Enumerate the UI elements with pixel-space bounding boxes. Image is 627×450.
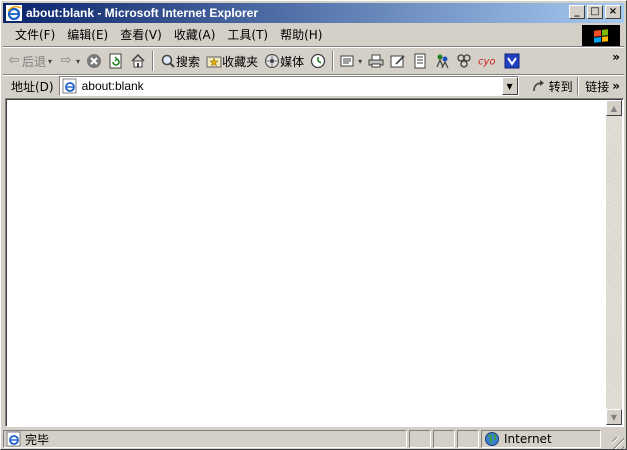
ie-logo-icon [6, 5, 22, 21]
standard-toolbar: ⇦ 后退 ▾ ⇨ ▾ 搜索 收藏夹 媒体 ▾ cyo » [3, 48, 624, 75]
favorites-folder-icon [206, 56, 222, 68]
discuss-icon [414, 53, 426, 69]
page-done-icon [6, 431, 21, 447]
media-icon [265, 54, 280, 68]
menu-bar: 文件(F) 编辑(E) 查看(V) 收藏(A) 工具(T) 帮助(H) [3, 24, 624, 47]
windows-flag-icon [594, 28, 608, 43]
browser-window: about:blank - Microsoft Internet Explore… [0, 0, 627, 450]
address-label: 地址(D) [11, 79, 54, 94]
page-icon [62, 78, 77, 94]
address-value[interactable]: about:blank [82, 79, 144, 93]
status-bar: 完毕 Internet [3, 429, 624, 449]
home-icon [131, 53, 145, 68]
media-label: 媒体 [280, 54, 305, 69]
messenger-button[interactable] [431, 50, 453, 72]
refresh-button[interactable] [105, 50, 127, 72]
title-bar[interactable]: about:blank - Microsoft Internet Explore… [3, 3, 624, 23]
mail-icon [340, 55, 354, 67]
discuss-button[interactable] [409, 50, 431, 72]
links-label[interactable]: 链接 [585, 78, 609, 95]
scroll-up-button[interactable]: ▲ [606, 100, 622, 116]
search-button[interactable]: 搜索 [157, 50, 203, 72]
links-overflow-chevron[interactable]: » [612, 79, 620, 93]
windows-logo [582, 25, 620, 46]
status-pane-security [433, 430, 455, 448]
back-arrow-icon: ⇦ [8, 53, 20, 68]
addon-button-1[interactable] [453, 50, 475, 72]
mail-button[interactable]: ▾ [337, 50, 365, 72]
status-text: 完毕 [25, 432, 50, 447]
svg-text:cyo: cyo [478, 57, 496, 68]
go-arrow-icon [532, 80, 544, 92]
refresh-icon [109, 53, 122, 69]
home-button[interactable] [127, 50, 149, 72]
status-text-pane: 完毕 [3, 430, 407, 448]
address-input[interactable]: about:blank ▼ [58, 76, 519, 96]
toolbar-separator [332, 51, 335, 71]
addon-button-3[interactable] [501, 50, 523, 72]
addon-button-2[interactable]: cyo [475, 50, 501, 72]
stop-button[interactable] [83, 50, 105, 72]
security-zone-label: Internet [504, 432, 552, 446]
toolbar-overflow-chevron[interactable]: » [612, 50, 620, 64]
print-icon [368, 54, 384, 68]
go-label: 转到 [548, 79, 573, 94]
vertical-scrollbar[interactable]: ▲ ▼ [606, 100, 622, 425]
go-button[interactable]: 转到 [531, 78, 573, 95]
address-dropdown-icon[interactable]: ▼ [501, 77, 518, 95]
scroll-down-button[interactable]: ▼ [606, 409, 622, 425]
menu-favorites[interactable]: 收藏(A) [168, 26, 222, 44]
menu-view[interactable]: 查看(V) [114, 26, 168, 44]
messenger-icon [436, 54, 449, 69]
edit-icon [390, 55, 405, 68]
favorites-label: 收藏夹 [222, 54, 259, 69]
forward-arrow-icon: ⇨ [60, 53, 72, 68]
back-dropdown-icon[interactable]: ▾ [48, 57, 52, 66]
menu-help[interactable]: 帮助(H) [274, 26, 328, 44]
print-button[interactable] [365, 50, 387, 72]
history-icon [310, 53, 326, 69]
search-label: 搜索 [176, 54, 201, 69]
menu-edit[interactable]: 编辑(E) [61, 26, 114, 44]
menu-file[interactable]: 文件(F) [9, 26, 61, 44]
close-button[interactable]: × [605, 5, 621, 19]
back-label: 后退 [22, 54, 47, 69]
stop-icon [87, 54, 102, 68]
security-zone-pane[interactable]: Internet [481, 430, 601, 448]
toolbar-separator [152, 51, 155, 71]
links-separator [577, 77, 580, 95]
search-icon [161, 54, 175, 68]
addon-logo-icon: cyo [478, 57, 496, 68]
history-button[interactable] [307, 50, 329, 72]
window-title: about:blank - Microsoft Internet Explore… [26, 6, 259, 20]
links-toolbar[interactable]: 链接 » [577, 77, 620, 95]
forward-dropdown-icon[interactable]: ▾ [76, 57, 80, 66]
status-pane-privacy [457, 430, 479, 448]
forward-button[interactable]: ⇨ ▾ [55, 50, 83, 72]
favorites-button[interactable]: 收藏夹 [203, 50, 261, 72]
resize-grip[interactable] [612, 437, 624, 449]
page-content[interactable]: ▲ ▼ [5, 98, 624, 427]
address-bar: 地址(D) about:blank ▼ 转到 链接 » [3, 75, 624, 97]
internet-globe-icon [485, 432, 499, 446]
minimize-button[interactable]: _ [569, 5, 585, 19]
puzzle-icon [457, 54, 471, 68]
media-button[interactable]: 媒体 [261, 50, 307, 72]
mail-dropdown-icon[interactable]: ▾ [358, 57, 362, 66]
menu-tools[interactable]: 工具(T) [221, 26, 274, 44]
maximize-button[interactable]: □ [587, 5, 603, 19]
back-button[interactable]: ⇦ 后退 ▾ [3, 50, 55, 72]
edit-button[interactable] [387, 50, 409, 72]
status-pane-progress [409, 430, 431, 448]
addon-blue-icon [504, 53, 520, 69]
